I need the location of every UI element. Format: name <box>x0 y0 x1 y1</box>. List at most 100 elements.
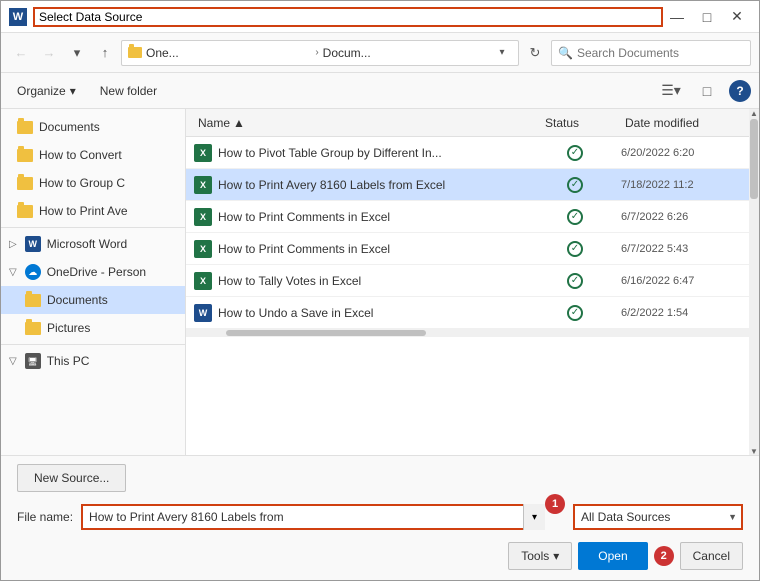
file-rows: X How to Pivot Table Group by Different … <box>186 137 749 455</box>
view-arrow: ▾ <box>674 82 681 99</box>
table-row[interactable]: X How to Tally Votes in Excel ✓ 6/16/202… <box>186 265 749 297</box>
badge-1: 1 <box>545 494 565 514</box>
path-dropdown-button[interactable]: ▾ <box>492 41 512 65</box>
col-header-status[interactable]: Status <box>541 116 621 130</box>
excel-icon: X <box>194 176 212 194</box>
sidebar-item-label: How to Group C <box>39 176 125 190</box>
file-date: 6/7/2022 6:26 <box>621 211 741 223</box>
scroll-track <box>749 117 759 447</box>
sidebar-item-this-pc[interactable]: ▽ 🖥 This PC <box>1 347 185 375</box>
horizontal-scrollbar[interactable] <box>186 329 749 337</box>
folder-icon <box>17 205 33 218</box>
vertical-scrollbar[interactable]: ▲ ▼ <box>749 109 759 455</box>
scroll-down-arrow[interactable]: ▼ <box>749 447 759 455</box>
sidebar-item-how-to-convert[interactable]: How to Convert <box>1 141 185 169</box>
folder-icon <box>128 47 142 58</box>
search-box: 🔍 <box>551 40 751 66</box>
refresh-button[interactable]: ↻ <box>523 41 547 65</box>
file-name: How to Print Comments in Excel <box>218 242 529 256</box>
horizontal-scroll-thumb <box>226 330 426 336</box>
col-status-label: Status <box>545 116 579 130</box>
expand-icon: ▽ <box>9 267 17 278</box>
path-chevron1: › <box>315 47 318 58</box>
action-row: Tools ▾ Open 2 Cancel <box>1 538 759 580</box>
file-date: 6/20/2022 6:20 <box>621 147 741 159</box>
folder-icon <box>25 294 41 307</box>
tools-label: Tools <box>521 549 549 563</box>
new-source-button[interactable]: New Source... <box>17 464 126 492</box>
open-button[interactable]: Open <box>578 542 647 570</box>
file-status: ✓ <box>535 241 615 257</box>
up-button[interactable]: ↑ <box>93 41 117 65</box>
main-content: Documents How to Convert How to Group C … <box>1 109 759 455</box>
col-header-date[interactable]: Date modified <box>621 116 741 130</box>
back-button[interactable]: ← <box>9 41 33 65</box>
organize-arrow: ▾ <box>70 84 76 98</box>
col-name-label: Name <box>198 116 230 130</box>
sidebar-item-documents[interactable]: Documents <box>1 113 185 141</box>
search-input[interactable] <box>577 46 744 60</box>
path-part1: One... <box>146 46 311 60</box>
close-button[interactable]: ✕ <box>723 5 751 29</box>
file-name: How to Print Avery 8160 Labels from Exce… <box>218 178 529 192</box>
table-row[interactable]: X How to Print Avery 8160 Labels from Ex… <box>186 169 749 201</box>
file-name: How to Tally Votes in Excel <box>218 274 529 288</box>
window-title: Select Data Source <box>33 7 663 27</box>
table-row[interactable]: X How to Pivot Table Group by Different … <box>186 137 749 169</box>
sidebar-item-how-to-group[interactable]: How to Group C <box>1 169 185 197</box>
help-button[interactable]: ? <box>729 80 751 102</box>
status-check-icon: ✓ <box>567 305 583 321</box>
sidebar-item-label: Microsoft Word <box>47 237 127 251</box>
file-date: 7/18/2022 11:2 <box>621 179 741 191</box>
new-source-row: New Source... <box>1 456 759 500</box>
new-folder-button[interactable]: New folder <box>92 78 165 104</box>
col-header-name[interactable]: Name ▲ <box>194 116 541 130</box>
sidebar-item-pictures[interactable]: Pictures <box>1 314 185 342</box>
organize-button[interactable]: Organize ▾ <box>9 78 84 104</box>
forward-button[interactable]: → <box>37 41 61 65</box>
new-folder-label: New folder <box>100 84 157 98</box>
app-icon: W <box>9 8 27 26</box>
status-check-icon: ✓ <box>567 177 583 193</box>
folder-icon <box>17 121 33 134</box>
sidebar-item-how-to-print[interactable]: How to Print Ave <box>1 197 185 225</box>
minimize-button[interactable]: — <box>663 5 691 29</box>
filename-input[interactable] <box>81 504 545 530</box>
table-row[interactable]: X How to Print Comments in Excel ✓ 6/7/2… <box>186 233 749 265</box>
sidebar-item-label: How to Print Ave <box>39 204 128 218</box>
maximize-button[interactable]: □ <box>693 5 721 29</box>
filename-dropdown-button[interactable]: ▾ <box>523 504 545 530</box>
file-list-header: Name ▲ Status Date modified <box>186 109 749 137</box>
file-date: 6/7/2022 5:43 <box>621 243 741 255</box>
filetype-select[interactable]: All Data Sources <box>573 504 743 530</box>
title-bar: W Select Data Source — □ ✕ <box>1 1 759 33</box>
scroll-thumb <box>750 119 758 199</box>
view-button[interactable]: ☰ ▾ <box>657 78 685 104</box>
file-name: How to Undo a Save in Excel <box>218 306 529 320</box>
file-name: How to Print Comments in Excel <box>218 210 529 224</box>
address-path[interactable]: One... › Docum... ▾ <box>121 40 519 66</box>
filename-input-container: ▾ <box>81 504 545 530</box>
nav-dropdown-button[interactable]: ▾ <box>65 41 89 65</box>
pc-icon: 🖥 <box>25 353 41 369</box>
window-controls: — □ ✕ <box>663 5 751 29</box>
cloud-icon: ☁ <box>25 264 41 280</box>
sidebar-item-microsoft-word[interactable]: ▷ W Microsoft Word <box>1 230 185 258</box>
file-status: ✓ <box>535 209 615 225</box>
file-status: ✓ <box>535 305 615 321</box>
sidebar-divider <box>1 344 185 345</box>
cancel-button[interactable]: Cancel <box>680 542 743 570</box>
bottom-area: New Source... File name: ▾ 1 All Data So… <box>1 455 759 580</box>
excel-icon: X <box>194 272 212 290</box>
file-status: ✓ <box>535 177 615 193</box>
scroll-up-arrow[interactable]: ▲ <box>749 109 759 117</box>
pane-button[interactable]: □ <box>693 78 721 104</box>
table-row[interactable]: X How to Print Comments in Excel ✓ 6/7/2… <box>186 201 749 233</box>
file-status: ✓ <box>535 145 615 161</box>
sidebar-item-documents2[interactable]: Documents <box>1 286 185 314</box>
status-check-icon: ✓ <box>567 145 583 161</box>
sidebar-item-onedrive[interactable]: ▽ ☁ OneDrive - Person <box>1 258 185 286</box>
table-row[interactable]: W How to Undo a Save in Excel ✓ 6/2/2022… <box>186 297 749 329</box>
tools-button[interactable]: Tools ▾ <box>508 542 572 570</box>
status-check-icon: ✓ <box>567 273 583 289</box>
